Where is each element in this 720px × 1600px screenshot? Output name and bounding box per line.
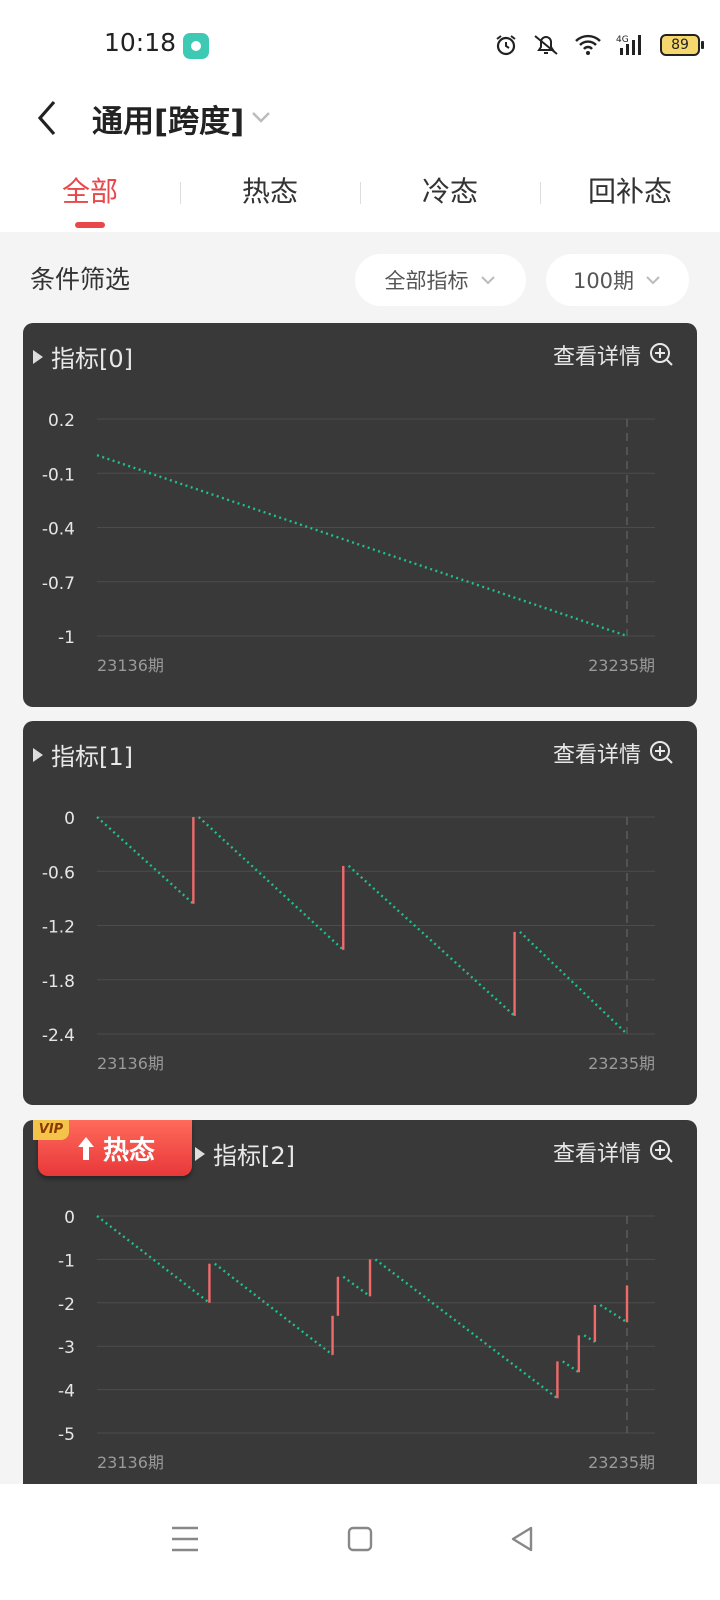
indicator-card: 0 -0.6 -1.2 -1.8 -2.4 23136期 23235期 指标[1] 查看详情 [23, 721, 697, 1105]
view-details-label: 查看详情 [552, 345, 641, 370]
back-arrow-icon[interactable] [28, 94, 68, 142]
y-tick-label: -1.8 [42, 972, 75, 992]
wifi-icon [575, 34, 601, 55]
filter-label: 条件筛选 [30, 265, 131, 294]
x-end-label: 23235期 [588, 656, 655, 675]
indicator-card: 0 -1 -2 -3 -4 -5 23136期 23235期 热态 VIP 指标[2] 查看详… [23, 1120, 697, 1504]
signal-icon: 4G [616, 35, 641, 55]
expand-triangle-icon [33, 349, 43, 364]
y-tick-label: 0 [64, 809, 75, 829]
down-segment [96, 454, 628, 638]
down-segment [347, 864, 516, 1017]
y-tick-label: -0.1 [42, 465, 75, 485]
down-segment [599, 1303, 628, 1324]
y-tick-label: 0.2 [48, 411, 75, 431]
card-title[interactable]: 指标[0] [33, 339, 133, 374]
card-title-text: 指标[0] [51, 345, 133, 373]
x-end-label: 23235期 [588, 1054, 655, 1073]
tab-divider [540, 182, 541, 204]
chevron-down-icon [646, 276, 660, 285]
indicator-card: 0.2 -0.1 -0.4 -0.7 -1 23136期 23235期 指标[0] 查看详情 [23, 323, 697, 707]
expand-triangle-icon [195, 1146, 205, 1161]
status-time: 10:18 [104, 28, 177, 57]
indicator-select[interactable]: 全部指标 [355, 254, 526, 306]
chevron-down-icon[interactable] [246, 102, 276, 132]
y-tick-label: -5 [58, 1425, 75, 1445]
view-details-label: 查看详情 [552, 1142, 641, 1167]
chevron-down-icon [480, 276, 495, 285]
y-tick-label: 0 [64, 1208, 75, 1228]
y-tick-label: -3 [58, 1338, 75, 1358]
y-tick-label: -0.4 [42, 520, 75, 540]
down-segment [96, 816, 195, 905]
down-segment [342, 1275, 371, 1298]
card-header: 指标[2] 查看详情 [23, 1120, 697, 1186]
card-title-text: 指标[2] [213, 1142, 295, 1170]
menu-icon[interactable] [160, 1514, 210, 1564]
view-details-button[interactable]: 查看详情 [553, 1136, 675, 1168]
period-select-value: 100期 [572, 269, 635, 293]
system-nav-bar [0, 1484, 720, 1600]
tab-divider [180, 182, 181, 204]
y-tick-label: -4 [58, 1382, 75, 1402]
down-segment [374, 1258, 559, 1400]
y-tick-label: -1 [58, 628, 75, 648]
down-segment [583, 1334, 596, 1343]
tab-rebound[interactable]: 回补态 [540, 152, 720, 232]
expand-triangle-icon [33, 747, 43, 762]
home-square-icon[interactable] [335, 1514, 385, 1564]
filter-bar: 条件筛选 全部指标 100期 [0, 240, 720, 312]
down-segment [197, 816, 345, 951]
card-title[interactable]: 指标[2] [195, 1136, 295, 1171]
status-icons: 4G 89 [494, 30, 704, 60]
y-tick-label: -2.4 [42, 1026, 75, 1046]
x-start-label: 23136期 [97, 1453, 164, 1472]
zoom-in-icon [650, 1140, 673, 1163]
y-tick-label: -0.7 [42, 574, 75, 594]
x-start-label: 23136期 [97, 1054, 164, 1073]
state-tabs: 全部 热态 冷态 回补态 [0, 152, 720, 232]
tab-hot[interactable]: 热态 [180, 152, 360, 232]
down-segment [214, 1262, 334, 1356]
app-header: 通用[跨度] [0, 88, 720, 152]
indicator-select-value: 全部指标 [384, 269, 469, 293]
x-end-label: 23235期 [588, 1453, 655, 1472]
mute-bell-icon [534, 35, 558, 55]
view-details-label: 查看详情 [552, 743, 641, 768]
status-bar: 10:18 4G 89 [0, 0, 720, 88]
down-segment [562, 1360, 580, 1374]
tab-all[interactable]: 全部 [0, 152, 180, 232]
battery-icon: 89 [660, 34, 704, 56]
card-header: 指标[0] 查看详情 [23, 323, 697, 389]
y-tick-label: -1.2 [42, 918, 75, 938]
zoom-in-icon [650, 741, 673, 764]
app-notification-icon [183, 33, 209, 59]
card-header: 指标[1] 查看详情 [23, 721, 697, 787]
view-details-button[interactable]: 查看详情 [553, 737, 675, 769]
card-title-text: 指标[1] [51, 743, 133, 771]
period-select[interactable]: 100期 [546, 254, 689, 306]
network-type: 4G [616, 35, 629, 45]
alarm-icon [496, 35, 516, 56]
view-details-button[interactable]: 查看详情 [553, 339, 675, 371]
tab-divider [360, 182, 361, 204]
page-title: 通用[跨度] [92, 104, 245, 140]
back-triangle-icon[interactable] [497, 1514, 547, 1564]
zoom-in-icon [650, 343, 673, 366]
card-title[interactable]: 指标[1] [33, 737, 133, 772]
x-start-label: 23136期 [97, 656, 164, 675]
y-tick-label: -2 [58, 1295, 75, 1315]
y-tick-label: -0.6 [42, 863, 75, 883]
down-segment [519, 930, 628, 1035]
y-tick-label: -1 [58, 1251, 75, 1271]
tab-cold[interactable]: 冷态 [360, 152, 540, 232]
